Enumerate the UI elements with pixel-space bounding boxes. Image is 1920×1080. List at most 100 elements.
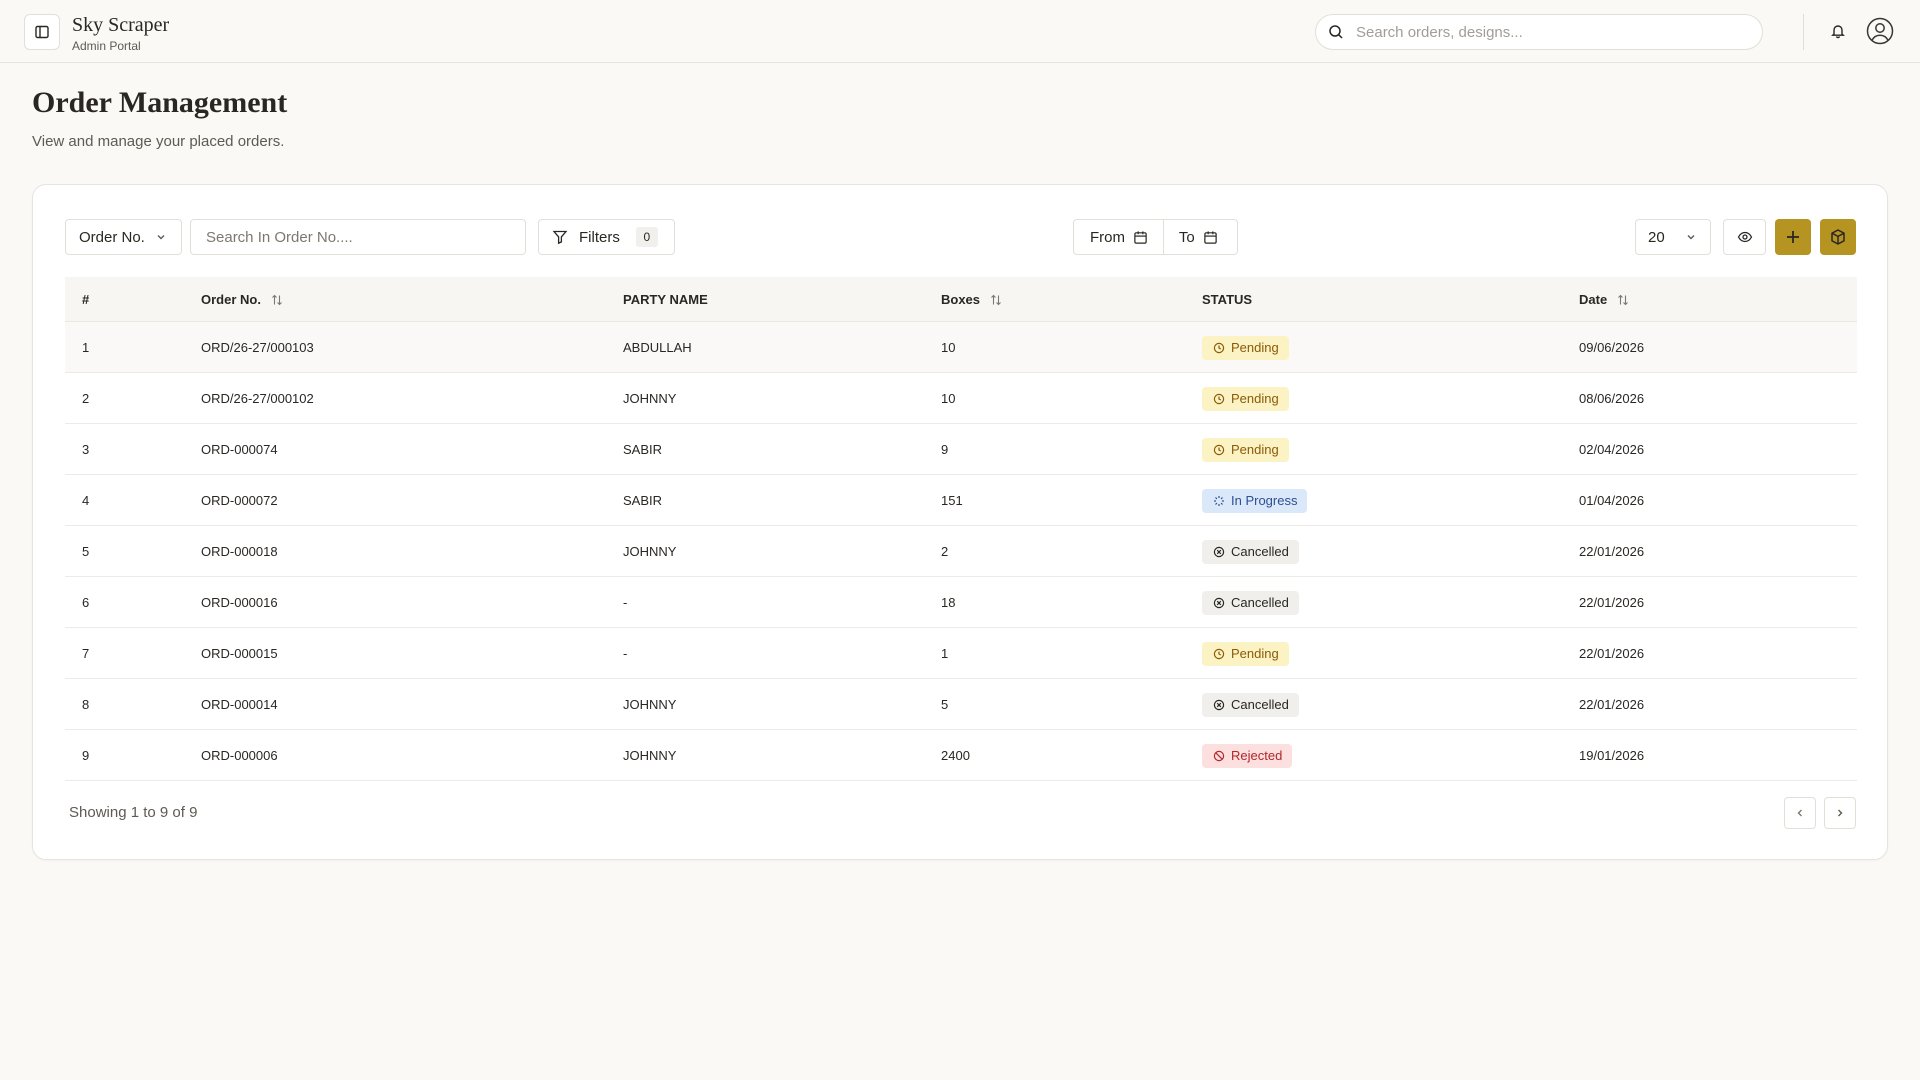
column-visibility-button[interactable] <box>1723 219 1766 255</box>
sidebar-toggle-button[interactable] <box>24 14 60 50</box>
column-header-label: Boxes <box>941 292 981 307</box>
boxes-button[interactable] <box>1820 219 1856 255</box>
cell-order-no: ORD-000006 <box>201 748 278 763</box>
cell-status: Pending <box>1202 628 1289 679</box>
sort-icon <box>991 294 1001 305</box>
cell-status: Rejected <box>1202 730 1293 781</box>
table-row[interactable]: 4 ORD-000072 SABIR 151 In Progress 01/04/2026 <box>65 475 1857 526</box>
date-from-button[interactable]: From <box>1074 220 1164 254</box>
column-header-label: PARTY NAME <box>623 292 708 307</box>
app-title: Sky Scraper <box>72 14 170 36</box>
clock-icon <box>1213 342 1231 354</box>
notifications-button[interactable] <box>1828 21 1848 41</box>
cell-party-name: SABIR <box>623 442 663 457</box>
filters-button[interactable]: Filters 0 <box>538 219 675 255</box>
cell-order-no: ORD-000072 <box>201 493 278 508</box>
column-header-party-name: PARTY NAME <box>623 277 708 322</box>
date-to-button[interactable]: To <box>1164 220 1237 254</box>
table-row[interactable]: 2 ORD/26-27/000102 JOHNNY 10 Pending 08/06/20… <box>65 373 1857 424</box>
previous-page-button[interactable] <box>1784 797 1816 829</box>
column-header-label: STATUS <box>1202 292 1253 307</box>
column-header-order-no[interactable]: Order No. <box>201 277 283 322</box>
profile-button[interactable] <box>1866 17 1894 45</box>
cell-order-no: ORD-000016 <box>201 595 278 610</box>
chevron-down-icon <box>1687 235 1695 240</box>
next-page-button[interactable] <box>1824 797 1856 829</box>
order-search[interactable] <box>190 219 526 255</box>
cell-status: Cancelled <box>1202 577 1299 628</box>
cell-index: 1 <box>82 340 90 355</box>
cell-index: 3 <box>82 442 90 457</box>
table-row[interactable]: 8 ORD-000014 JOHNNY 5 Cancelled 22/01/2026 <box>65 679 1857 730</box>
table-row[interactable]: 7 ORD-000015 - 1 Pending 22/01/2026 <box>65 628 1857 679</box>
sort-icon <box>272 294 282 305</box>
column-header-date[interactable]: Date <box>1579 277 1629 322</box>
status-label: In Progress <box>1231 493 1298 508</box>
chevron-right-icon <box>1838 809 1843 817</box>
cell-status: Pending <box>1202 424 1289 475</box>
page-title: Order Management <box>32 86 288 119</box>
chevron-left-icon <box>1797 809 1802 817</box>
cell-boxes: 1 <box>941 646 949 661</box>
table-row[interactable]: 9 ORD-000006 JOHNNY 2400 Rejected 19/01/2026 <box>65 730 1857 781</box>
status-label: Cancelled <box>1231 697 1289 712</box>
cell-order-no: ORD-000074 <box>201 442 278 457</box>
order-search-input[interactable] <box>206 228 506 246</box>
table-row[interactable]: 1 ORD/26-27/000103 ABDULLAH 10 Pending 09/06/… <box>65 322 1857 373</box>
global-search-input[interactable] <box>1356 23 1736 41</box>
column-header-label: Order No. <box>201 292 261 307</box>
cell-date: 08/06/2026 <box>1579 391 1645 406</box>
cell-party-name: JOHNNY <box>623 391 677 406</box>
cell-status: In Progress <box>1202 475 1308 526</box>
status-badge: Pending <box>1202 641 1289 666</box>
date-to-label: To <box>1178 228 1195 246</box>
cell-order-no: ORD/26-27/000103 <box>201 340 314 355</box>
page-size-select[interactable]: 20 <box>1635 219 1711 255</box>
cell-boxes: 2 <box>941 544 949 559</box>
cell-index: 2 <box>82 391 90 406</box>
cell-index: 5 <box>82 544 90 559</box>
status-label: Rejected <box>1231 748 1283 763</box>
status-badge: In Progress <box>1202 488 1308 513</box>
app-subtitle: Admin Portal <box>72 39 141 53</box>
status-badge: Pending <box>1202 386 1289 411</box>
status-label: Pending <box>1231 340 1279 355</box>
orders-table: # Order No. PARTY NAME Boxes STATUS Date… <box>65 277 1857 781</box>
status-label: Pending <box>1231 646 1279 661</box>
status-badge: Cancelled <box>1202 539 1299 564</box>
user-circle-icon <box>1866 17 1894 45</box>
pagination-summary: Showing 1 to 9 of 9 <box>69 804 198 821</box>
table-row[interactable]: 5 ORD-000018 JOHNNY 2 Cancelled 22/01/2026 <box>65 526 1857 577</box>
page-size-value: 20 <box>1648 228 1665 246</box>
cell-date: 22/01/2026 <box>1579 595 1645 610</box>
column-header-label: Date <box>1579 292 1608 307</box>
column-header-boxes[interactable]: Boxes <box>941 277 1002 322</box>
panel-left-icon <box>35 25 49 39</box>
cell-boxes: 18 <box>941 595 956 610</box>
cell-status: Cancelled <box>1202 679 1299 730</box>
chevron-down-icon <box>157 235 165 240</box>
status-badge: Pending <box>1202 335 1289 360</box>
global-search[interactable] <box>1315 14 1763 50</box>
filters-label: Filters <box>579 228 620 246</box>
cell-date: 22/01/2026 <box>1579 646 1645 661</box>
cell-date: 02/04/2026 <box>1579 442 1645 457</box>
orders-toolbar: Order No. Filters 0 From To 20 <box>65 219 1857 255</box>
clock-icon <box>1213 393 1231 405</box>
top-bar: Sky Scraper Admin Portal <box>0 0 1920 63</box>
add-order-button[interactable] <box>1775 219 1811 255</box>
cell-order-no: ORD/26-27/000102 <box>201 391 314 406</box>
cell-order-no: ORD-000018 <box>201 544 278 559</box>
cell-index: 9 <box>82 748 90 763</box>
table-row[interactable]: 6 ORD-000016 - 18 Cancelled 22/01/2026 <box>65 577 1857 628</box>
status-badge: Rejected <box>1202 743 1293 768</box>
cell-boxes: 151 <box>941 493 963 508</box>
table-body: 1 ORD/26-27/000103 ABDULLAH 10 Pending 09/06/… <box>65 322 1857 781</box>
cell-index: 6 <box>82 595 90 610</box>
search-field-select[interactable]: Order No. <box>65 219 182 255</box>
column-header-index: # <box>82 277 89 322</box>
cell-date: 01/04/2026 <box>1579 493 1645 508</box>
table-row[interactable]: 3 ORD-000074 SABIR 9 Pending 02/04/2026 <box>65 424 1857 475</box>
filters-count-badge: 0 <box>635 227 658 247</box>
cell-date: 09/06/2026 <box>1579 340 1645 355</box>
